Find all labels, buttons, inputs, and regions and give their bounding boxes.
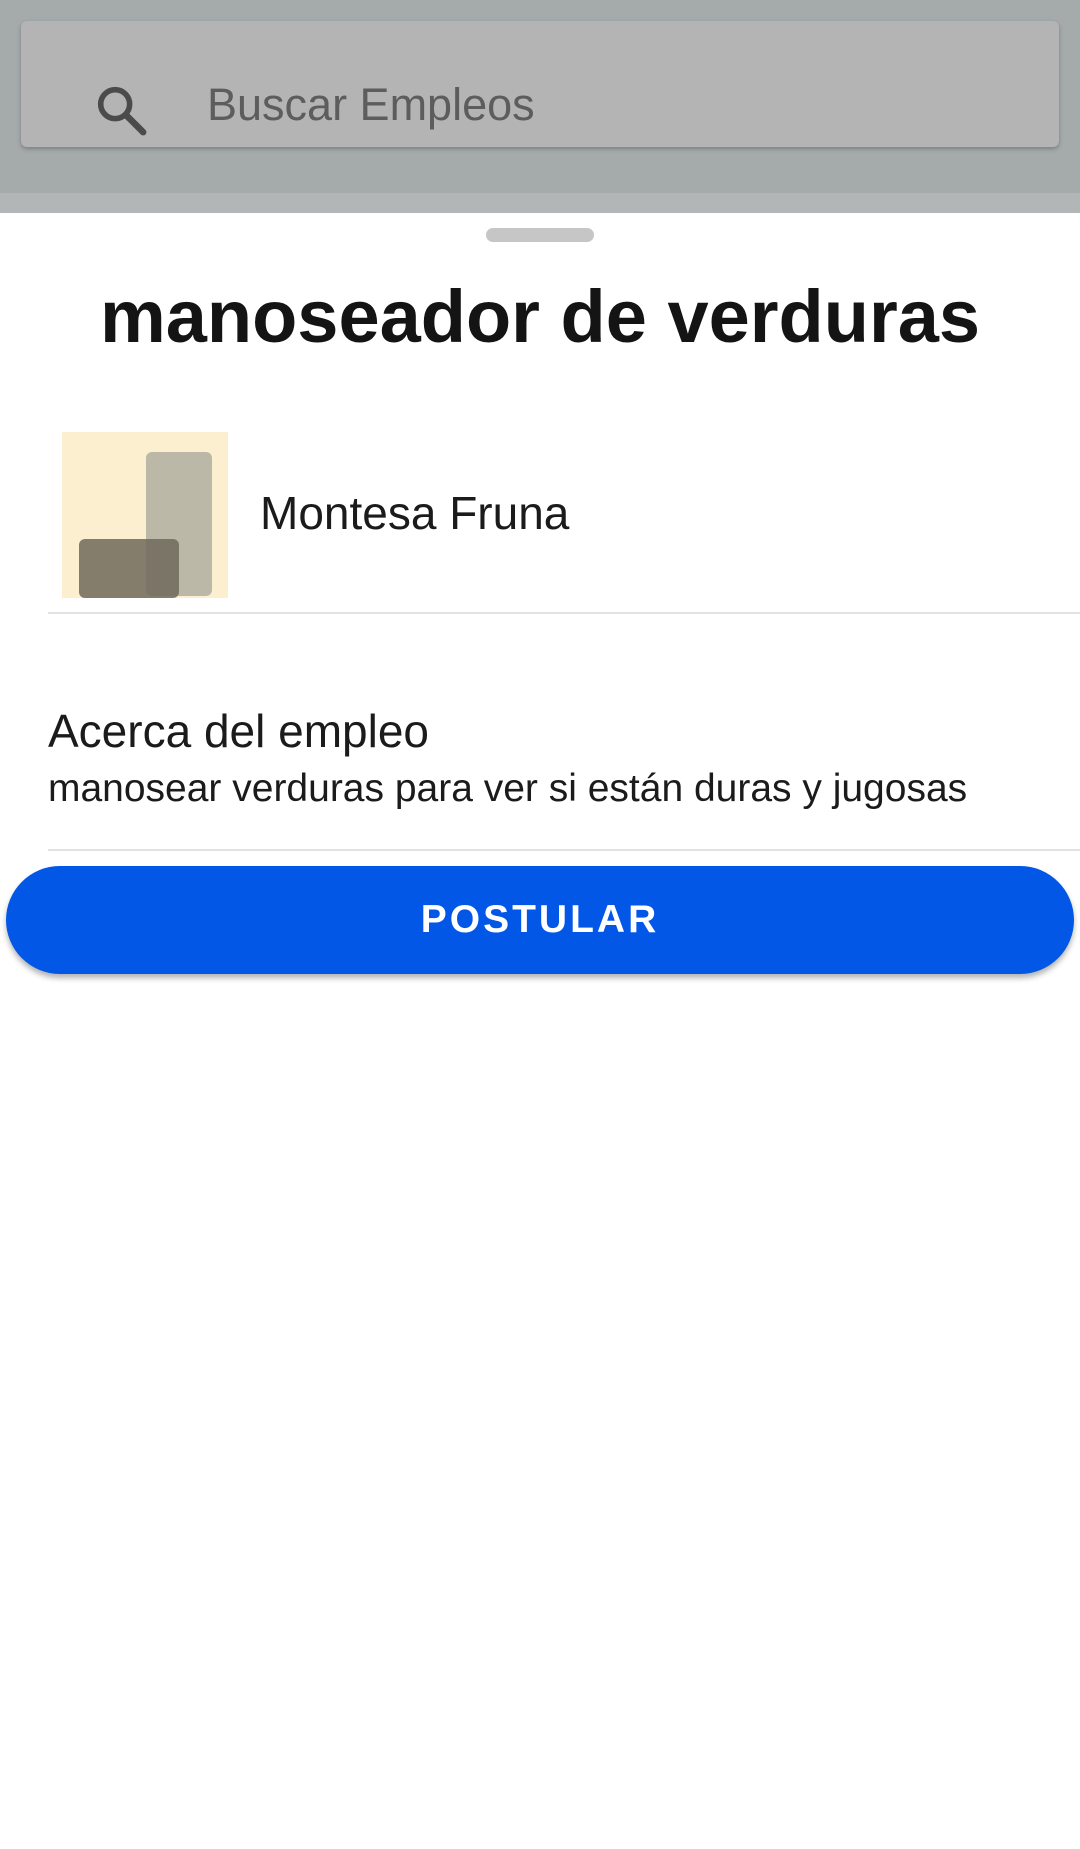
company-logo bbox=[62, 432, 228, 598]
dimmed-background[interactable] bbox=[0, 0, 1080, 213]
company-row: Montesa Fruna bbox=[62, 432, 1080, 598]
job-title: manoseador de verduras bbox=[99, 275, 981, 358]
drag-handle[interactable] bbox=[486, 228, 594, 242]
apply-button[interactable]: POSTULAR bbox=[6, 866, 1074, 974]
search-input[interactable] bbox=[207, 74, 1007, 136]
about-heading: Acerca del empleo bbox=[48, 705, 429, 757]
about-description: manosear verduras para ver si están dura… bbox=[48, 767, 968, 810]
job-detail-screen: manoseador de verduras Montesa Fruna Ace… bbox=[0, 0, 1080, 1849]
company-name: Montesa Fruna bbox=[260, 487, 570, 539]
sheet-top-edge bbox=[0, 193, 1080, 213]
divider bbox=[48, 849, 1080, 851]
search-icon[interactable] bbox=[93, 82, 149, 138]
logo-shape-short bbox=[79, 539, 179, 598]
job-detail-sheet: manoseador de verduras Montesa Fruna Ace… bbox=[0, 213, 1080, 1849]
search-bar[interactable] bbox=[21, 21, 1059, 147]
divider bbox=[48, 612, 1080, 614]
